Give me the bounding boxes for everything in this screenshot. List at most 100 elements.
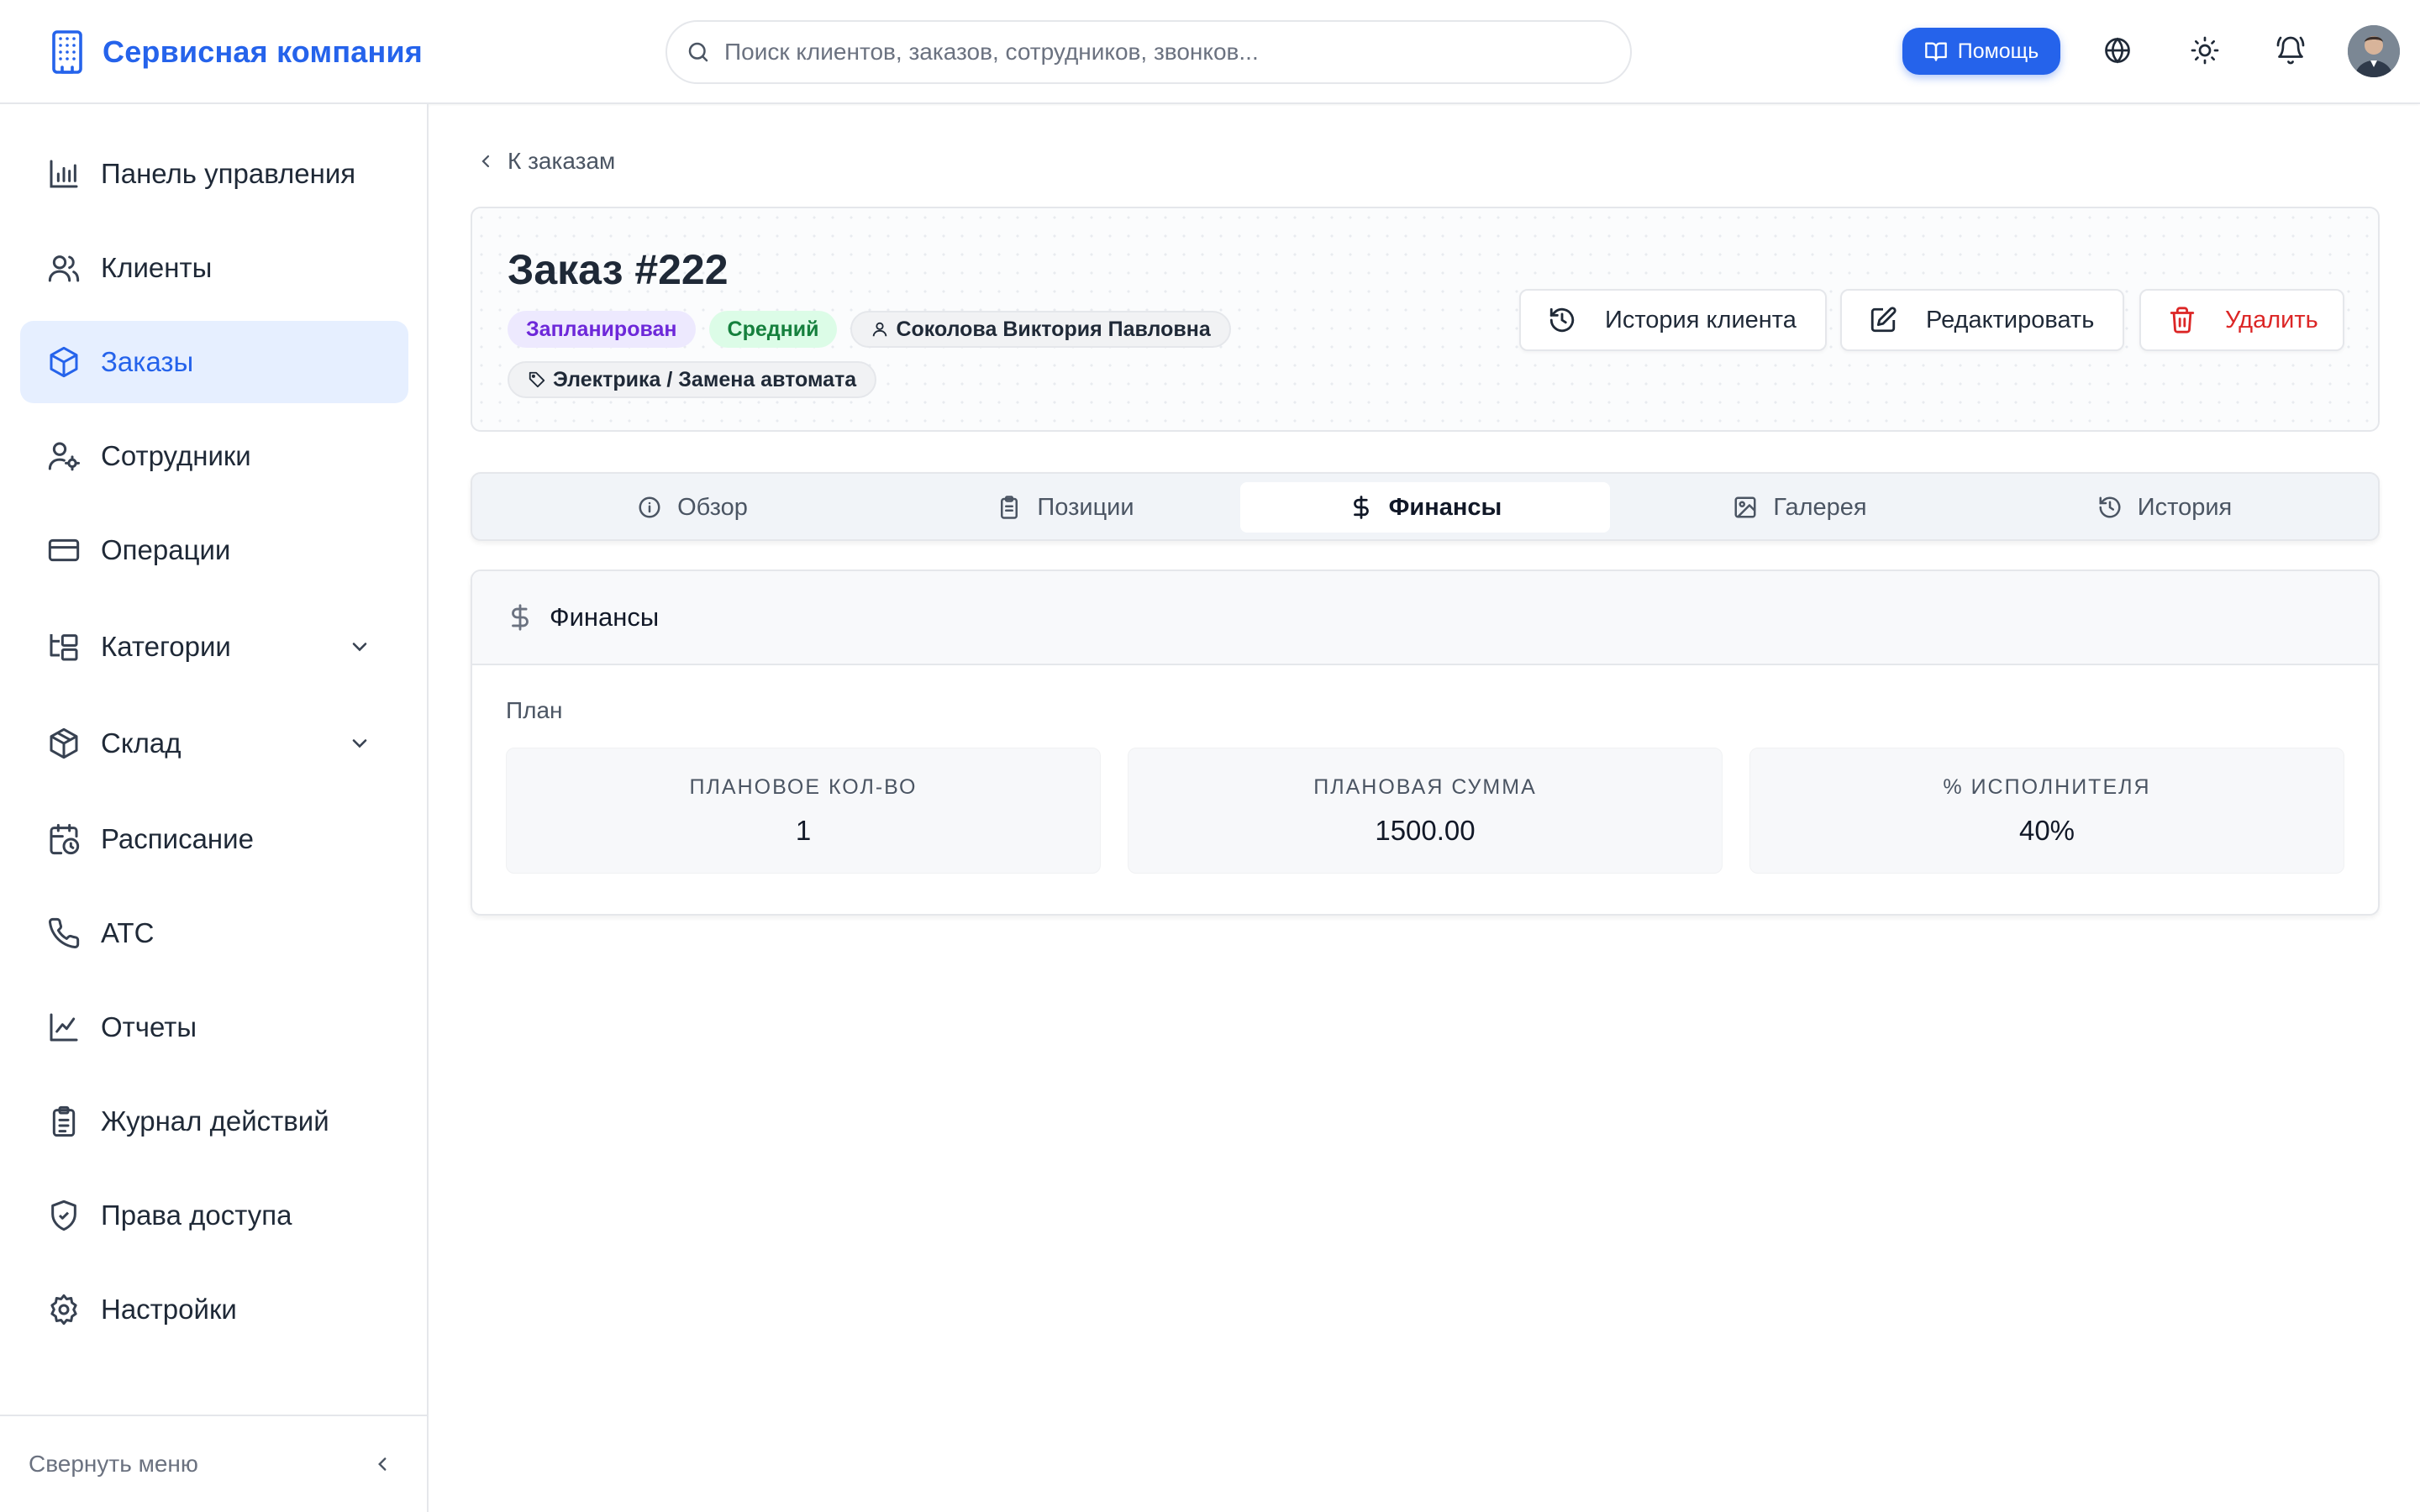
bar-chart-icon <box>47 157 81 191</box>
main-content: К заказам Заказ #222 Запланирован Средни… <box>430 106 2420 1512</box>
stat-value: 1500.00 <box>1375 814 1476 846</box>
status-badge: Запланирован <box>508 311 696 348</box>
planned-quantity-stat: ПЛАНОВОЕ КОЛ-ВО 1 <box>506 748 1101 874</box>
order-badges: Запланирован Средний Соколова Виктория П… <box>508 311 1264 412</box>
search-icon <box>686 39 711 65</box>
sidebar-item-dashboard[interactable]: Панель управления <box>20 133 408 215</box>
sidebar-item-categories[interactable]: Категории <box>20 606 408 688</box>
sidebar-item-warehouse[interactable]: Склад <box>20 702 408 785</box>
sidebar-item-label: Журнал действий <box>101 1105 329 1137</box>
credit-card-icon <box>47 533 81 567</box>
sun-icon[interactable] <box>2190 35 2220 66</box>
tab-items[interactable]: Позиции <box>881 482 1250 533</box>
sidebar-item-label: АТС <box>101 917 155 948</box>
help-button[interactable]: Помощь <box>1902 28 2060 75</box>
edit-button[interactable]: Редактировать <box>1840 289 2124 351</box>
sidebar-item-operations[interactable]: Операции <box>20 509 408 591</box>
collapse-menu-button[interactable]: Свернуть меню <box>0 1415 427 1512</box>
back-link-label: К заказам <box>508 148 616 174</box>
sidebar-item-label: Операции <box>101 534 231 565</box>
sidebar: Панель управления Клиенты Заказы Сотрудн… <box>0 104 429 1512</box>
trash-icon <box>2168 306 2196 334</box>
sidebar-item-label: Настройки <box>101 1294 237 1325</box>
sidebar-item-clients[interactable]: Клиенты <box>20 227 408 309</box>
tab-finance[interactable]: Финансы <box>1240 482 1610 533</box>
chevron-left-icon <box>476 151 496 171</box>
sidebar-item-label: Заказы <box>101 346 194 377</box>
edit-label: Редактировать <box>1926 306 2095 333</box>
clipboard-list-icon <box>47 1105 81 1138</box>
delete-label: Удалить <box>2225 306 2318 333</box>
sidebar-item-orders[interactable]: Заказы <box>20 321 408 403</box>
sidebar-item-access-rights[interactable]: Права доступа <box>20 1174 408 1257</box>
sidebar-item-schedule[interactable]: Расписание <box>20 798 408 880</box>
tab-overview[interactable]: Обзор <box>508 482 877 533</box>
dollar-icon <box>1349 495 1374 520</box>
delete-button[interactable]: Удалить <box>2139 289 2344 351</box>
search-input[interactable] <box>724 39 1615 66</box>
globe-icon[interactable] <box>2102 35 2133 66</box>
sidebar-item-employees[interactable]: Сотрудники <box>20 415 408 497</box>
book-open-icon <box>1924 39 1948 63</box>
dollar-icon <box>506 603 534 632</box>
tab-history[interactable]: История <box>1980 482 2349 533</box>
back-to-orders-link[interactable]: К заказам <box>476 148 615 175</box>
finance-card-header: Финансы <box>472 571 2378 665</box>
sidebar-item-label: Панель управления <box>101 158 356 189</box>
bell-ring-icon[interactable] <box>2275 35 2306 66</box>
sidebar-item-settings[interactable]: Настройки <box>20 1268 408 1351</box>
order-tabs: Обзор Позиции Финансы Галерея История <box>471 472 2380 541</box>
users-icon <box>47 251 81 285</box>
phone-icon <box>47 916 81 950</box>
order-header-card: Заказ #222 Запланирован Средний Соколова… <box>471 207 2380 432</box>
planned-amount-stat: ПЛАНОВАЯ СУММА 1500.00 <box>1128 748 1723 874</box>
sidebar-item-label: Клиенты <box>101 252 213 283</box>
executor-percent-stat: % ИСПОЛНИТЕЛЯ 40% <box>1749 748 2344 874</box>
avatar[interactable] <box>2348 25 2400 77</box>
priority-badge: Средний <box>708 311 838 348</box>
stat-label: ПЛАНОВОЕ КОЛ-ВО <box>689 774 918 799</box>
category-badge: Электрика / Замена автомата <box>508 361 877 398</box>
global-search[interactable] <box>666 20 1632 84</box>
plan-section-label: План <box>506 697 563 723</box>
sidebar-item-label: Права доступа <box>101 1200 292 1231</box>
finance-card: Финансы План ПЛАНОВОЕ КОЛ-ВО 1 ПЛАНОВАЯ … <box>471 570 2380 916</box>
app-title: Сервисная компания <box>103 34 424 69</box>
stat-label: % ИСПОЛНИТЕЛЯ <box>1943 774 2151 799</box>
collapse-menu-label: Свернуть меню <box>29 1451 198 1477</box>
history-icon <box>2097 495 2123 520</box>
finance-title: Финансы <box>550 602 660 632</box>
sidebar-item-reports[interactable]: Отчеты <box>20 986 408 1068</box>
client-history-button[interactable]: История клиента <box>1519 289 1827 351</box>
chevron-down-icon[interactable] <box>348 635 371 659</box>
sidebar-item-label: Категории <box>101 631 231 662</box>
top-header: Сервисная компания Помощь <box>0 0 2420 104</box>
shield-check-icon <box>47 1199 81 1232</box>
stat-value: 1 <box>795 814 812 846</box>
tag-icon <box>528 370 546 389</box>
category-name: Электрика / Замена автомата <box>553 367 857 391</box>
sidebar-item-pbx[interactable]: АТС <box>20 892 408 974</box>
history-icon <box>1548 306 1576 334</box>
chevron-left-icon <box>371 1453 393 1475</box>
assignee-name: Соколова Виктория Павловна <box>896 317 1211 341</box>
tab-label: История <box>2137 493 2233 521</box>
clipboard-icon <box>997 495 1022 520</box>
user-cog-icon <box>47 439 81 473</box>
sidebar-item-label: Расписание <box>101 823 254 854</box>
user-icon <box>871 320 889 339</box>
calendar-clock-icon <box>47 822 81 856</box>
page-title: Заказ #222 <box>508 246 729 293</box>
sidebar-item-activity-log[interactable]: Журнал действий <box>20 1080 408 1163</box>
brand[interactable]: Сервисная компания <box>47 29 423 76</box>
chevron-down-icon[interactable] <box>348 732 371 755</box>
assignee-badge: Соколова Виктория Павловна <box>850 311 1231 348</box>
box-icon <box>47 727 81 760</box>
tab-gallery[interactable]: Галерея <box>1615 482 1985 533</box>
stat-label: ПЛАНОВАЯ СУММА <box>1313 774 1537 799</box>
tab-label: Обзор <box>677 493 748 521</box>
building-icon <box>47 29 87 76</box>
info-icon <box>637 495 662 520</box>
stat-value: 40% <box>2018 814 2075 846</box>
line-chart-icon <box>47 1011 81 1044</box>
